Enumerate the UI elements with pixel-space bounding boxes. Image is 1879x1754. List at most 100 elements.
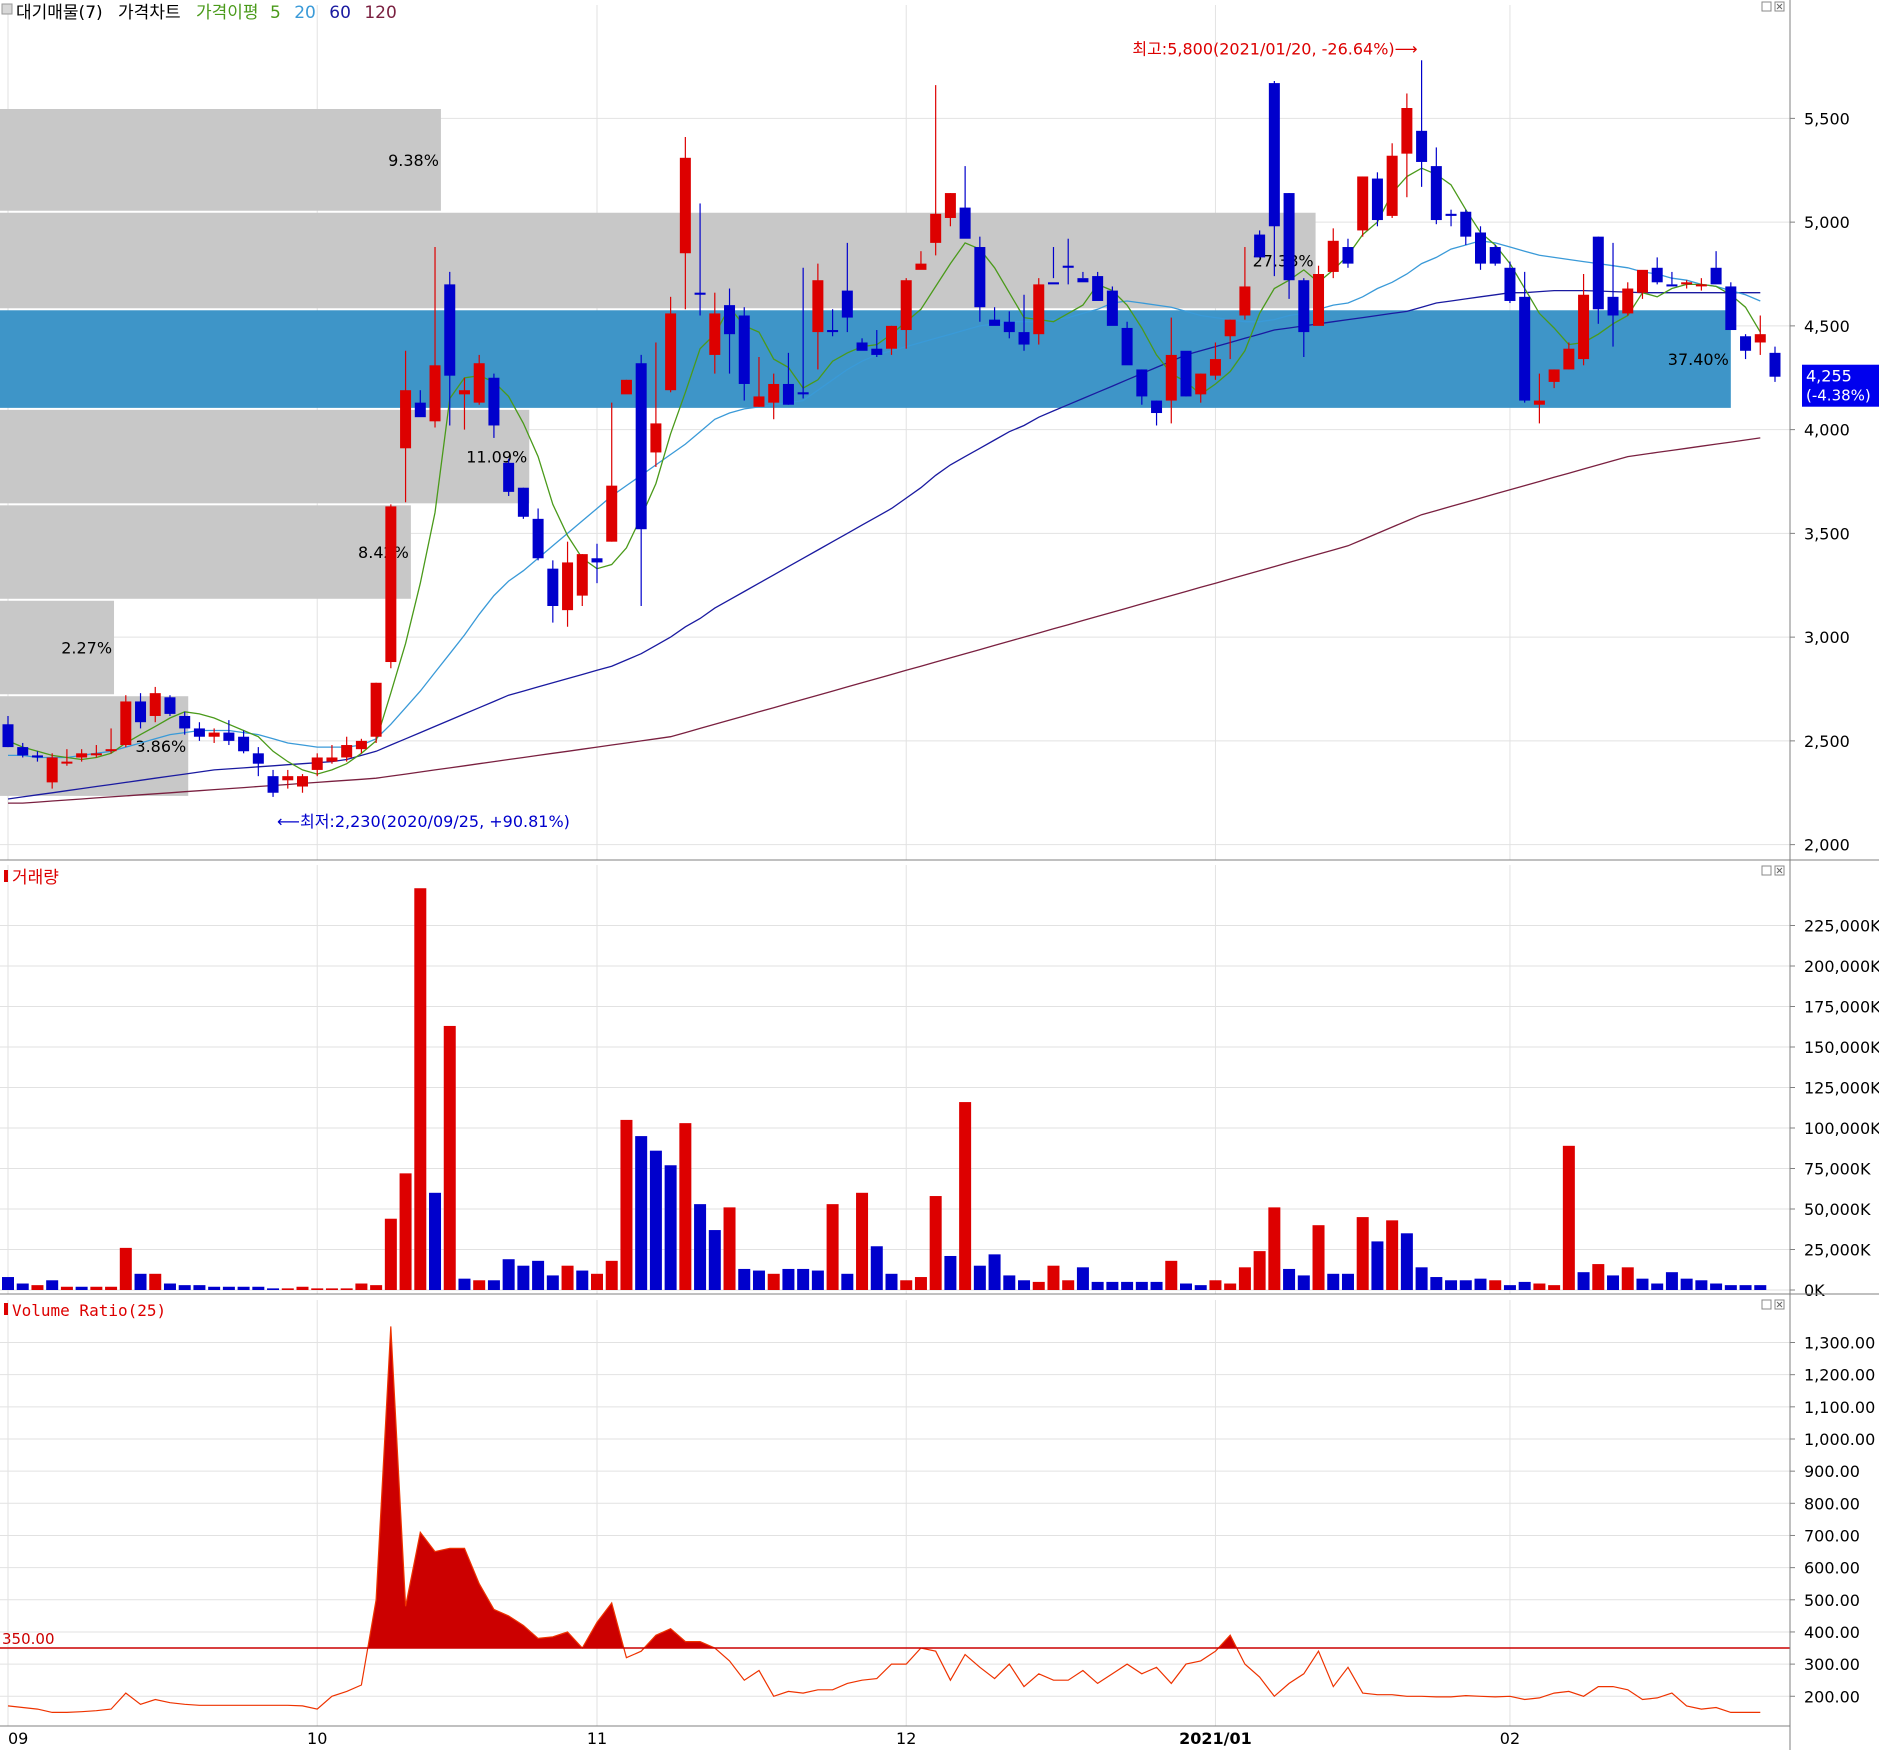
chart-window: 9.38% 27.38% 37.40% 11.09% 8.42% 2.27% 3.86% 5…	[0, 0, 1879, 1750]
candle-body	[1475, 232, 1486, 264]
volume-title: 거래량	[12, 868, 59, 888]
legend-price: 가격차트	[118, 3, 181, 23]
volume-bar	[1121, 1281, 1134, 1290]
candle-body	[1151, 400, 1163, 414]
candle-body	[135, 701, 147, 723]
candle-body	[974, 247, 986, 308]
candle-body	[17, 747, 29, 756]
volume-bar	[664, 1165, 677, 1290]
supply-zone	[0, 212, 1316, 309]
candle-body	[90, 753, 102, 756]
volume-y-tick-label: 175,000K	[1804, 998, 1879, 1017]
volume-y-tick-label: 75,000K	[1804, 1160, 1871, 1179]
candle-body	[635, 363, 647, 530]
volume-bar	[325, 1288, 338, 1290]
candle-body	[665, 313, 677, 391]
vr-legend: Volume Ratio(25)	[4, 1301, 166, 1320]
volume-bar	[752, 1270, 765, 1290]
volume-bar	[723, 1207, 736, 1290]
volume-bar	[252, 1286, 265, 1290]
volume-bar	[1135, 1281, 1148, 1290]
candle-body	[179, 715, 191, 729]
candle-body	[1769, 352, 1781, 377]
volume-bar	[1533, 1283, 1546, 1290]
candle-body	[149, 693, 161, 716]
volume-bar	[1341, 1273, 1354, 1290]
candle-body	[1592, 236, 1604, 310]
volume-bar	[1150, 1281, 1163, 1290]
candle-body	[1666, 284, 1678, 287]
volume-bar	[1165, 1260, 1178, 1290]
volume-bar	[738, 1268, 751, 1290]
candle-body	[193, 728, 205, 737]
volume-bar	[546, 1275, 559, 1290]
candle-body	[591, 558, 603, 563]
volume-bar	[105, 1286, 118, 1290]
candle-body	[1489, 247, 1501, 264]
volume-bar	[1312, 1225, 1325, 1290]
volume-bar	[1253, 1251, 1266, 1290]
candle-body	[841, 290, 853, 318]
candle-body	[1548, 369, 1560, 382]
price-y-tick-label: 4,000	[1804, 421, 1850, 440]
candle-body	[385, 506, 397, 663]
volume-bar	[885, 1273, 898, 1290]
candle-body	[679, 157, 691, 254]
volume-bar	[119, 1247, 132, 1290]
vr-y-tick-label: 600.00	[1804, 1559, 1860, 1578]
volume-bar	[1091, 1281, 1104, 1290]
candle-body	[1740, 336, 1752, 351]
candle-body	[827, 330, 839, 333]
volume-bar	[811, 1270, 824, 1290]
low-annotation: ⟵최저:2,230(2020/09/25, +90.81%)	[277, 812, 570, 831]
candle-body	[105, 749, 117, 752]
volume-bar	[988, 1254, 1001, 1290]
candle-body	[267, 776, 279, 793]
candle-body	[1578, 294, 1590, 360]
price-y-tick-label: 2,500	[1804, 732, 1850, 751]
volume-bar	[767, 1273, 780, 1290]
high-annotation: 최고:5,800(2021/01/20, -26.64%)⟶	[1132, 39, 1417, 58]
candle-body	[738, 315, 750, 384]
candle-body	[355, 740, 367, 750]
candle-body	[900, 280, 912, 331]
x-tick-label: 2021/01	[1179, 1729, 1252, 1748]
volume-y-tick-label: 150,000K	[1804, 1038, 1879, 1057]
candle-body	[1607, 296, 1619, 316]
supply-zone	[0, 505, 411, 599]
candle-body	[1268, 83, 1280, 227]
volume-bar	[311, 1288, 324, 1290]
candle-body	[1725, 286, 1737, 331]
x-tick-label: 02	[1500, 1729, 1520, 1748]
volume-bar	[1474, 1278, 1487, 1290]
volume-bar	[708, 1230, 721, 1290]
volume-bar	[75, 1286, 88, 1290]
vr-y-tick-label: 900.00	[1804, 1462, 1860, 1481]
volume-bar	[1445, 1280, 1458, 1290]
candle-body	[944, 193, 956, 218]
volume-bar	[576, 1270, 589, 1290]
volume-bar	[605, 1260, 618, 1290]
vr-y-tick-label: 1,300.00	[1804, 1334, 1875, 1353]
candle-body	[444, 284, 456, 376]
volume-bar	[414, 888, 427, 1290]
vr-y-tick-label: 1,000.00	[1804, 1430, 1875, 1449]
volume-bar	[502, 1259, 515, 1290]
volume-bar	[60, 1286, 73, 1290]
volume-bar	[1003, 1275, 1016, 1290]
candle-body	[1622, 288, 1634, 314]
volume-bar	[90, 1286, 103, 1290]
candle-body	[724, 305, 736, 335]
candle-body	[1165, 354, 1177, 401]
volume-y-tick-label: 50,000K	[1804, 1200, 1871, 1219]
volume-bar	[635, 1136, 648, 1290]
candle-body	[297, 776, 308, 787]
volume-y-tick-label: 25,000K	[1804, 1241, 1871, 1260]
candle-body	[1254, 234, 1266, 258]
candle-body	[326, 757, 338, 762]
candle-body	[238, 736, 250, 752]
candle-body	[208, 732, 220, 737]
volume-bar	[281, 1288, 294, 1290]
vr-y-tick-label: 800.00	[1804, 1494, 1860, 1513]
candle-body	[1386, 155, 1398, 216]
